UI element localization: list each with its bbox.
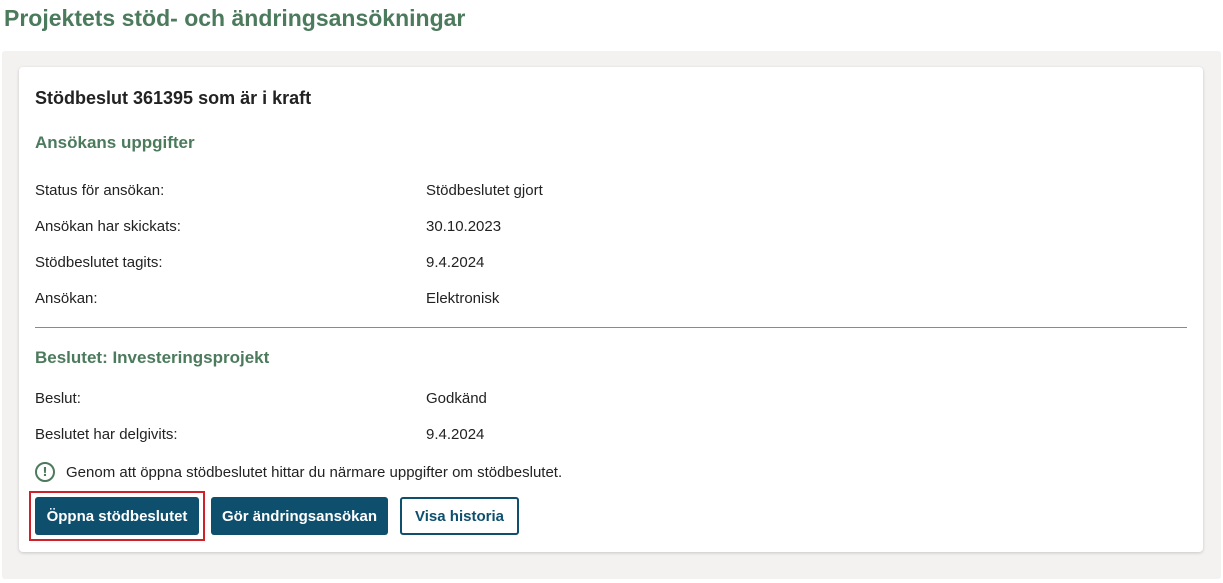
show-history-button[interactable]: Visa historia <box>400 497 519 535</box>
section-divider <box>35 327 1187 328</box>
row-label: Ansökan har skickats: <box>35 218 181 235</box>
exclamation-info-icon: ! <box>35 462 55 482</box>
row-label: Stödbeslutet tagits: <box>35 254 163 271</box>
row-value: 9.4.2024 <box>426 254 485 271</box>
info-text: Genom att öppna stödbeslutet hittar du n… <box>66 463 563 481</box>
application-type-row: Ansökan: Elektronisk <box>35 288 1185 310</box>
decision-row: Beslut: Godkänd <box>35 388 1185 410</box>
row-value: Elektronisk <box>426 290 500 307</box>
open-decision-button[interactable]: Öppna stödbeslutet <box>35 497 199 535</box>
row-label: Beslutet har delgivits: <box>35 426 178 443</box>
make-change-application-button[interactable]: Gör ändringsansökan <box>211 497 388 535</box>
row-label: Beslut: <box>35 390 81 407</box>
application-status-row: Status för ansökan: Stödbeslutet gjort <box>35 180 1185 202</box>
decision-taken-row: Stödbeslutet tagits: 9.4.2024 <box>35 252 1185 274</box>
info-message: ! Genom att öppna stödbeslutet hittar du… <box>35 461 562 483</box>
row-value: Stödbeslutet gjort <box>426 182 543 199</box>
page-title: Projektets stöd- och ändringsansökningar <box>4 5 466 31</box>
row-value: 9.4.2024 <box>426 426 485 443</box>
row-value: Godkänd <box>426 390 487 407</box>
decision-card: Stödbeslut 361395 som är i kraft Ansökan… <box>19 67 1203 552</box>
application-section-heading: Ansökans uppgifter <box>35 133 195 152</box>
decision-notified-row: Beslutet har delgivits: 9.4.2024 <box>35 424 1185 446</box>
row-label: Ansökan: <box>35 290 98 307</box>
decision-section-heading: Beslutet: Investeringsprojekt <box>35 348 270 367</box>
row-label: Status för ansökan: <box>35 182 165 199</box>
application-sent-row: Ansökan har skickats: 30.10.2023 <box>35 216 1185 238</box>
card-title: Stödbeslut 361395 som är i kraft <box>35 88 312 108</box>
row-value: 30.10.2023 <box>426 218 502 235</box>
